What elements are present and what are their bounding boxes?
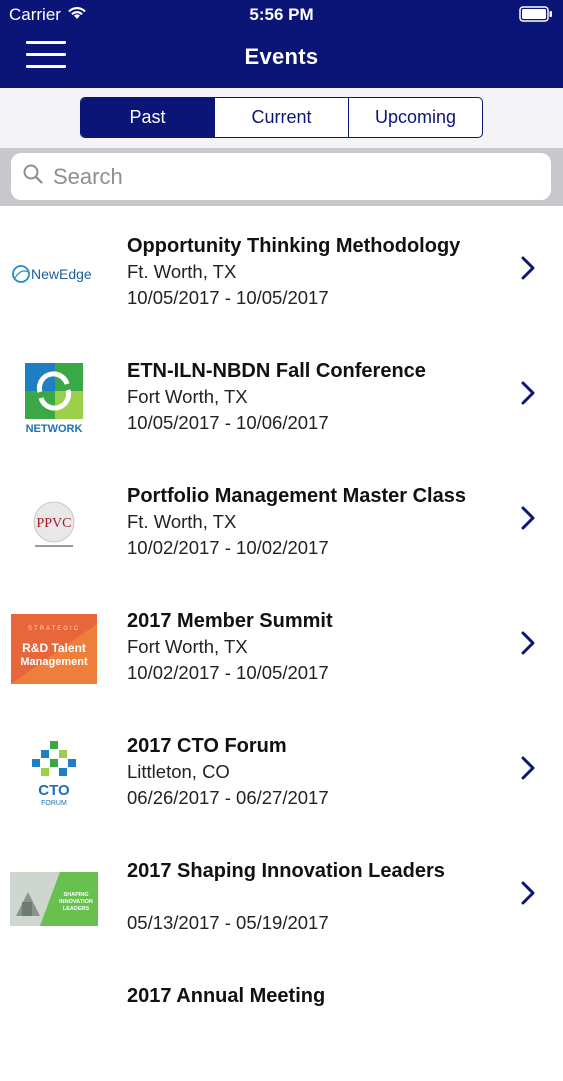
event-name: ETN-ILN-NBDN Fall Conference	[127, 360, 426, 382]
svg-text:R&D Talent: R&D Talent	[22, 641, 86, 655]
event-location	[127, 884, 503, 910]
svg-text:LEADERS: LEADERS	[63, 906, 90, 912]
ppvc-logo: PPVC	[10, 488, 98, 560]
svg-text:PPVC: PPVC	[36, 516, 71, 531]
event-list: NewEdge Opportunity Thinking Methodology…	[0, 206, 563, 1081]
event-details: 2017 CTO Forum Littleton, CO 06/26/2017 …	[127, 733, 503, 811]
event-location: Ft. Worth, TX	[127, 511, 237, 532]
event-details: 2017 Member Summit Fort Worth, TX 10/02/…	[127, 608, 503, 686]
event-row[interactable]: NewEdge Opportunity Thinking Methodology…	[0, 206, 563, 331]
event-location: Ft. Worth, TX	[127, 261, 237, 282]
event-dates: 10/05/2017 - 10/06/2017	[127, 412, 329, 433]
newedge-logo: NewEdge	[10, 238, 98, 310]
tab-current[interactable]: Current	[214, 98, 348, 137]
svg-text:INNOVATION: INNOVATION	[59, 899, 93, 905]
event-row[interactable]: NETWORK ETN-ILN-NBDN Fall Conference For…	[0, 331, 563, 456]
status-time: 5:56 PM	[249, 5, 314, 24]
svg-text:Management: Management	[20, 656, 88, 668]
event-location: Littleton, CO	[127, 761, 230, 782]
tab-upcoming[interactable]: Upcoming	[348, 98, 482, 137]
svg-text:NewEdge: NewEdge	[31, 266, 92, 282]
shaping-innovation-logo: SHAPING INNOVATION LEADERS	[10, 863, 98, 935]
event-row[interactable]: CTO FORUM 2017 CTO Forum Littleton, CO 0…	[0, 706, 563, 831]
battery-icon	[519, 6, 553, 27]
event-dates: 10/02/2017 - 10/02/2017	[127, 537, 329, 558]
event-dates: 06/26/2017 - 06/27/2017	[127, 787, 329, 808]
chevron-right-icon	[521, 756, 535, 780]
event-location: Fort Worth, TX	[127, 636, 248, 657]
search-bar	[0, 148, 563, 206]
events-segmented-control: Past Current Upcoming	[80, 97, 483, 138]
chevron-right-icon	[521, 256, 535, 280]
event-name: 2017 CTO Forum	[127, 735, 287, 757]
status-bar: Carrier 5:56 PM	[0, 0, 563, 30]
segment-bar: Past Current Upcoming	[0, 88, 563, 148]
event-details: 2017 Annual Meeting	[127, 983, 503, 1009]
event-name: 2017 Shaping Innovation Leaders	[127, 860, 445, 882]
rd-talent-logo: STRATEGIC R&D Talent Management	[10, 613, 98, 685]
svg-text:NETWORK: NETWORK	[26, 423, 83, 435]
event-dates: 10/05/2017 - 10/05/2017	[127, 287, 329, 308]
svg-text:FORUM: FORUM	[41, 800, 67, 807]
event-dates: 05/13/2017 - 05/19/2017	[127, 912, 329, 933]
event-row[interactable]: SHAPING INNOVATION LEADERS 2017 Shaping …	[0, 831, 563, 956]
svg-text:SHAPING: SHAPING	[63, 892, 88, 898]
chevron-right-icon	[521, 506, 535, 530]
event-row[interactable]: STRATEGIC R&D Talent Management 2017 Mem…	[0, 581, 563, 706]
event-location: Fort Worth, TX	[127, 386, 248, 407]
event-details: 2017 Shaping Innovation Leaders 05/13/20…	[127, 858, 503, 936]
chevron-right-icon	[521, 881, 535, 905]
search-field[interactable]	[11, 153, 551, 200]
event-row[interactable]: 2017 Annual Meeting	[0, 956, 563, 1081]
nav-header: Carrier 5:56 PM Events	[0, 0, 563, 88]
svg-text:CTO: CTO	[38, 782, 70, 799]
search-input[interactable]	[51, 162, 535, 191]
event-details: Portfolio Management Master Class Ft. Wo…	[127, 483, 503, 561]
event-details: ETN-ILN-NBDN Fall Conference Fort Worth,…	[127, 358, 503, 436]
event-dates: 10/02/2017 - 10/05/2017	[127, 662, 329, 683]
event-name: Portfolio Management Master Class	[127, 485, 466, 507]
svg-text:STRATEGIC: STRATEGIC	[28, 626, 80, 632]
search-icon	[23, 164, 43, 189]
tab-past[interactable]: Past	[81, 98, 214, 137]
page-title: Events	[244, 44, 319, 69]
event-name: 2017 Annual Meeting	[127, 985, 326, 1007]
cto-forum-logo: CTO FORUM	[10, 738, 98, 810]
event-details: Opportunity Thinking Methodology Ft. Wor…	[127, 233, 503, 311]
event-row[interactable]: PPVC Portfolio Management Master Class F…	[0, 456, 563, 581]
chevron-right-icon	[521, 631, 535, 655]
network-logo: NETWORK	[10, 363, 98, 435]
event-name: Opportunity Thinking Methodology	[127, 235, 461, 257]
chevron-right-icon	[521, 381, 535, 405]
event-name: 2017 Member Summit	[127, 610, 333, 632]
